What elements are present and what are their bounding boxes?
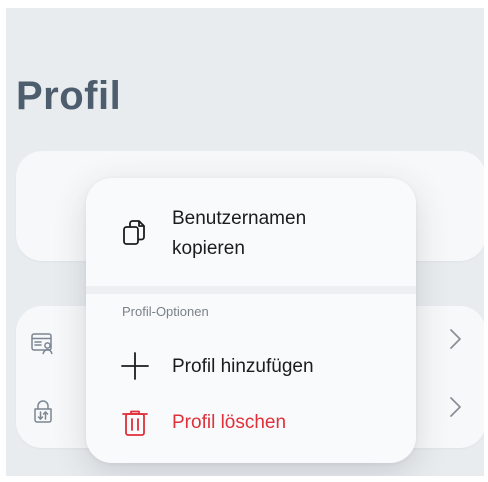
- add-profile-label: Profil hinzufügen: [172, 356, 314, 377]
- screen: Profil Benutzernamen kopieren Profil-Opt…: [6, 8, 484, 476]
- copy-icon: [120, 218, 150, 248]
- page-title: Profil: [16, 74, 122, 118]
- profile-card-icon: [30, 331, 56, 357]
- copy-username-label-line2: kopieren: [172, 238, 245, 259]
- copy-username-menu-item[interactable]: Benutzernamen kopieren: [86, 178, 416, 286]
- copy-username-label-line1: Benutzernamen: [172, 208, 307, 229]
- context-menu: Benutzernamen kopieren Profil-Optionen P…: [86, 178, 416, 463]
- lock-import-icon: [30, 398, 56, 424]
- plus-icon: [120, 351, 150, 381]
- section-label: Profil-Optionen: [122, 304, 209, 319]
- delete-profile-label: Profil löschen: [172, 412, 287, 433]
- add-profile-menu-item[interactable]: Profil hinzufügen: [86, 338, 416, 394]
- delete-profile-menu-item[interactable]: Profil löschen: [86, 394, 416, 450]
- menu-divider: [86, 286, 416, 294]
- chevron-right-icon: [442, 394, 468, 420]
- chevron-right-icon: [442, 326, 468, 352]
- trash-icon: [120, 408, 150, 438]
